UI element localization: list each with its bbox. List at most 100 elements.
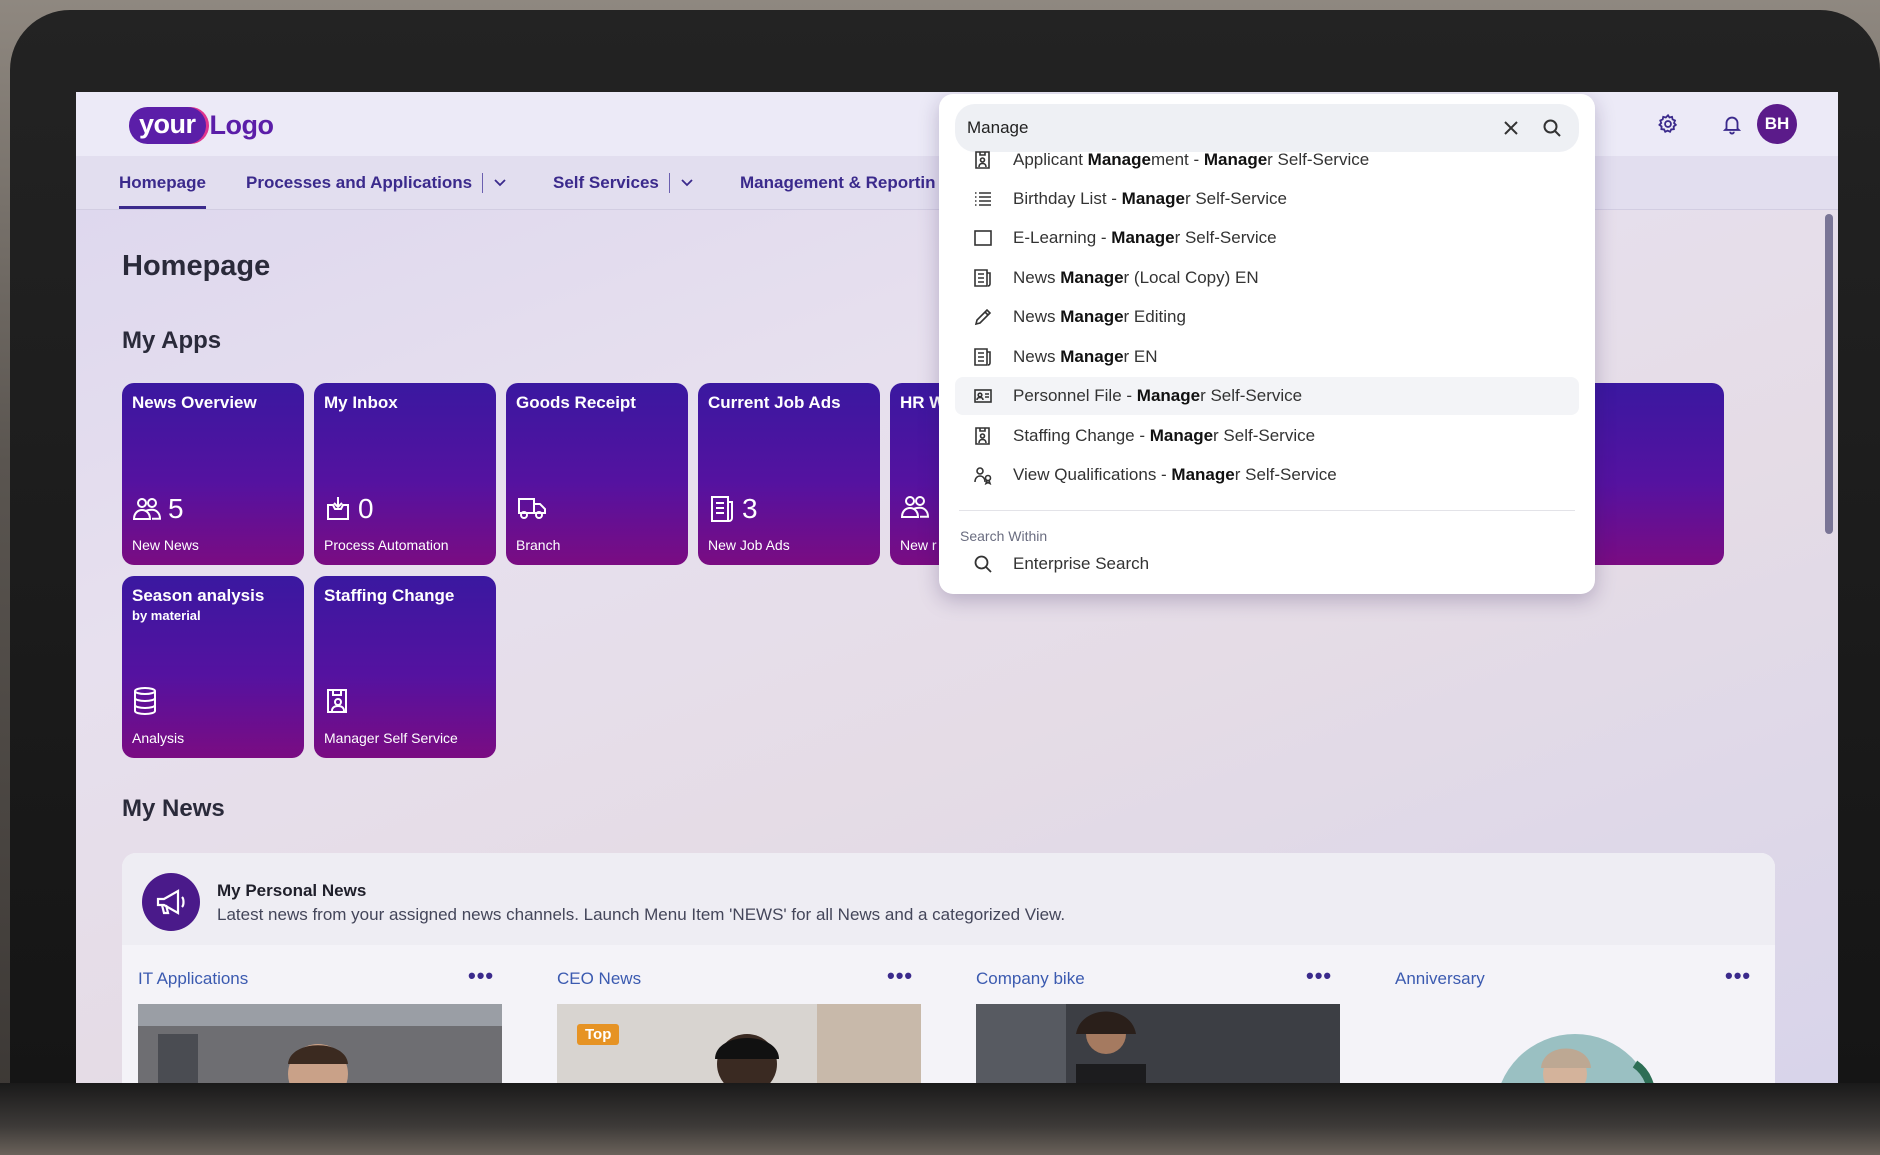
edit-icon	[971, 305, 995, 329]
suggestion-item[interactable]: Birthday List - Manager Self-Service	[955, 180, 1579, 218]
enterprise-search-label: Enterprise Search	[1013, 554, 1150, 573]
suggestion-item[interactable]: Applicant Management - Manager Self-Serv…	[955, 141, 1579, 179]
suggestion-label: Applicant Management - Manager Self-Serv…	[1013, 150, 1370, 169]
my-apps-title: My Apps	[122, 327, 222, 354]
news-card-description: Latest news from your assigned news chan…	[217, 905, 1066, 924]
channel-ceo-news[interactable]: CEO News	[557, 969, 641, 989]
news-thumbnail[interactable]: Top	[557, 1004, 921, 1083]
suggestion-label: News Manager Editing	[1013, 307, 1186, 326]
news-card-header: My Personal News Latest news from your a…	[122, 853, 1775, 945]
search-within-label: Search Within	[960, 528, 1048, 544]
suggestion-label: View Qualifications - Manager Self-Servi…	[1013, 465, 1337, 484]
tile-footer: Analysis	[132, 730, 185, 746]
scrollbar[interactable]	[1825, 214, 1833, 534]
tile-kpi: 5	[132, 493, 184, 525]
news-thumbnail[interactable]	[138, 1004, 502, 1083]
suggestion-item[interactable]: E-Learning - Manager Self-Service	[955, 219, 1579, 257]
tile-my-inbox[interactable]: My Inbox 0 Process Automation	[314, 383, 496, 565]
suggestion-label: News Manager EN	[1013, 347, 1158, 366]
document-icon	[971, 266, 995, 290]
search-popover: Applicant Management - Manager Self-Serv…	[939, 94, 1595, 594]
laptop-base	[0, 1083, 1880, 1155]
tile-footer: Manager Self Service	[324, 730, 458, 746]
bell-icon[interactable]	[1718, 110, 1746, 138]
nav-separator	[668, 173, 670, 193]
suggestion-item[interactable]: Staffing Change - Manager Self-Service	[955, 417, 1579, 455]
suggestion-item[interactable]: News Manager (Local Copy) EN	[955, 259, 1579, 297]
more-icon[interactable]: •••	[468, 963, 494, 989]
tile-kpi: 3	[708, 493, 758, 525]
badge-icon	[971, 148, 995, 172]
id-card-icon	[971, 384, 995, 408]
group-icon	[900, 496, 930, 518]
channel-company-bike[interactable]: Company bike	[976, 969, 1085, 989]
tile-title: Current Job Ads	[708, 393, 841, 412]
kpi-value: 0	[358, 493, 374, 524]
nav-management[interactable]: Management & Reportin	[740, 173, 936, 193]
page-title: Homepage	[122, 250, 271, 282]
tile-season-analysis[interactable]: Season analysis by material Analysis	[122, 576, 304, 758]
tile-title: Season analysis	[132, 586, 265, 605]
tile-footer: Process Automation	[324, 537, 449, 553]
kpi-value: 5	[168, 493, 184, 524]
company-logo[interactable]: your Logo	[129, 104, 274, 146]
qualification-icon	[971, 463, 995, 487]
tile-kpi	[132, 686, 158, 716]
suggestion-label: Staffing Change - Manager Self-Service	[1013, 426, 1316, 445]
suggestion-label: News Manager (Local Copy) EN	[1013, 268, 1259, 287]
nav-homepage[interactable]: Homepage	[119, 173, 206, 209]
news-card-title: My Personal News	[217, 881, 367, 900]
nav-processes[interactable]: Processes and Applications	[246, 173, 507, 193]
group-icon	[132, 498, 162, 520]
square-icon	[971, 226, 995, 250]
channel-it-applications[interactable]: IT Applications	[138, 969, 248, 989]
tile-footer: New r	[900, 537, 937, 553]
tile-kpi	[516, 493, 548, 521]
channel-anniversary[interactable]: Anniversary	[1395, 969, 1485, 989]
top-badge: Top	[577, 1024, 620, 1045]
document-icon	[711, 496, 733, 522]
tile-goods-receipt[interactable]: Goods Receipt Branch	[506, 383, 688, 565]
badge-icon	[971, 424, 995, 448]
suggestion-label: Personnel File - Manager Self-Service	[1013, 386, 1303, 405]
tile-footer: New News	[132, 537, 199, 553]
suggestion-item[interactable]: View Qualifications - Manager Self-Servi…	[955, 456, 1579, 494]
search-icon[interactable]	[1542, 118, 1562, 143]
chevron-down-icon[interactable]	[493, 176, 507, 190]
logo-your: your	[129, 106, 206, 144]
suggestion-label: E-Learning - Manager Self-Service	[1013, 228, 1277, 247]
suggestion-item[interactable]: News Manager EN	[955, 338, 1579, 376]
more-icon[interactable]: •••	[1725, 963, 1751, 989]
gear-icon[interactable]	[1654, 110, 1682, 138]
my-personal-news-card: My Personal News Latest news from your a…	[122, 853, 1775, 1083]
database-icon	[134, 687, 156, 716]
popover-divider	[959, 510, 1575, 511]
tile-news-overview[interactable]: News Overview 5 New News	[122, 383, 304, 565]
tile-title: My Inbox	[324, 393, 398, 412]
document-icon	[971, 345, 995, 369]
close-icon[interactable]	[1501, 118, 1521, 143]
nav-self-services[interactable]: Self Services	[553, 173, 694, 193]
more-icon[interactable]: •••	[887, 963, 913, 989]
user-avatar[interactable]: BH	[1757, 104, 1797, 144]
more-icon[interactable]: •••	[1306, 963, 1332, 989]
tile-staffing-change[interactable]: Staffing Change Manager Self Service	[314, 576, 496, 758]
news-thumbnail[interactable]	[976, 1004, 1340, 1083]
truck-icon	[518, 498, 546, 519]
tile-footer: New Job Ads	[708, 537, 790, 553]
tile-subtitle: by material	[132, 608, 201, 623]
megaphone-icon	[142, 873, 200, 931]
search-icon	[971, 552, 995, 576]
screen: your Logo BH Homepage Processes and Appl…	[76, 92, 1838, 1083]
chevron-down-icon[interactable]	[680, 176, 694, 190]
suggestion-item[interactable]: News Manager Editing	[955, 298, 1579, 336]
tile-footer: Branch	[516, 537, 561, 553]
nav-label: Processes and Applications	[246, 173, 473, 192]
suggestion-item[interactable]: Personnel File - Manager Self-Service	[955, 377, 1579, 415]
tile-current-job-ads[interactable]: Current Job Ads 3 New Job Ads	[698, 383, 880, 565]
badge-icon	[327, 689, 347, 713]
enterprise-search-item[interactable]: Enterprise Search	[955, 545, 1579, 583]
suggestion-label: Birthday List - Manager Self-Service	[1013, 189, 1287, 208]
nav-label: Management & Reportin	[740, 173, 936, 192]
news-thumbnail[interactable]	[1395, 1004, 1759, 1083]
